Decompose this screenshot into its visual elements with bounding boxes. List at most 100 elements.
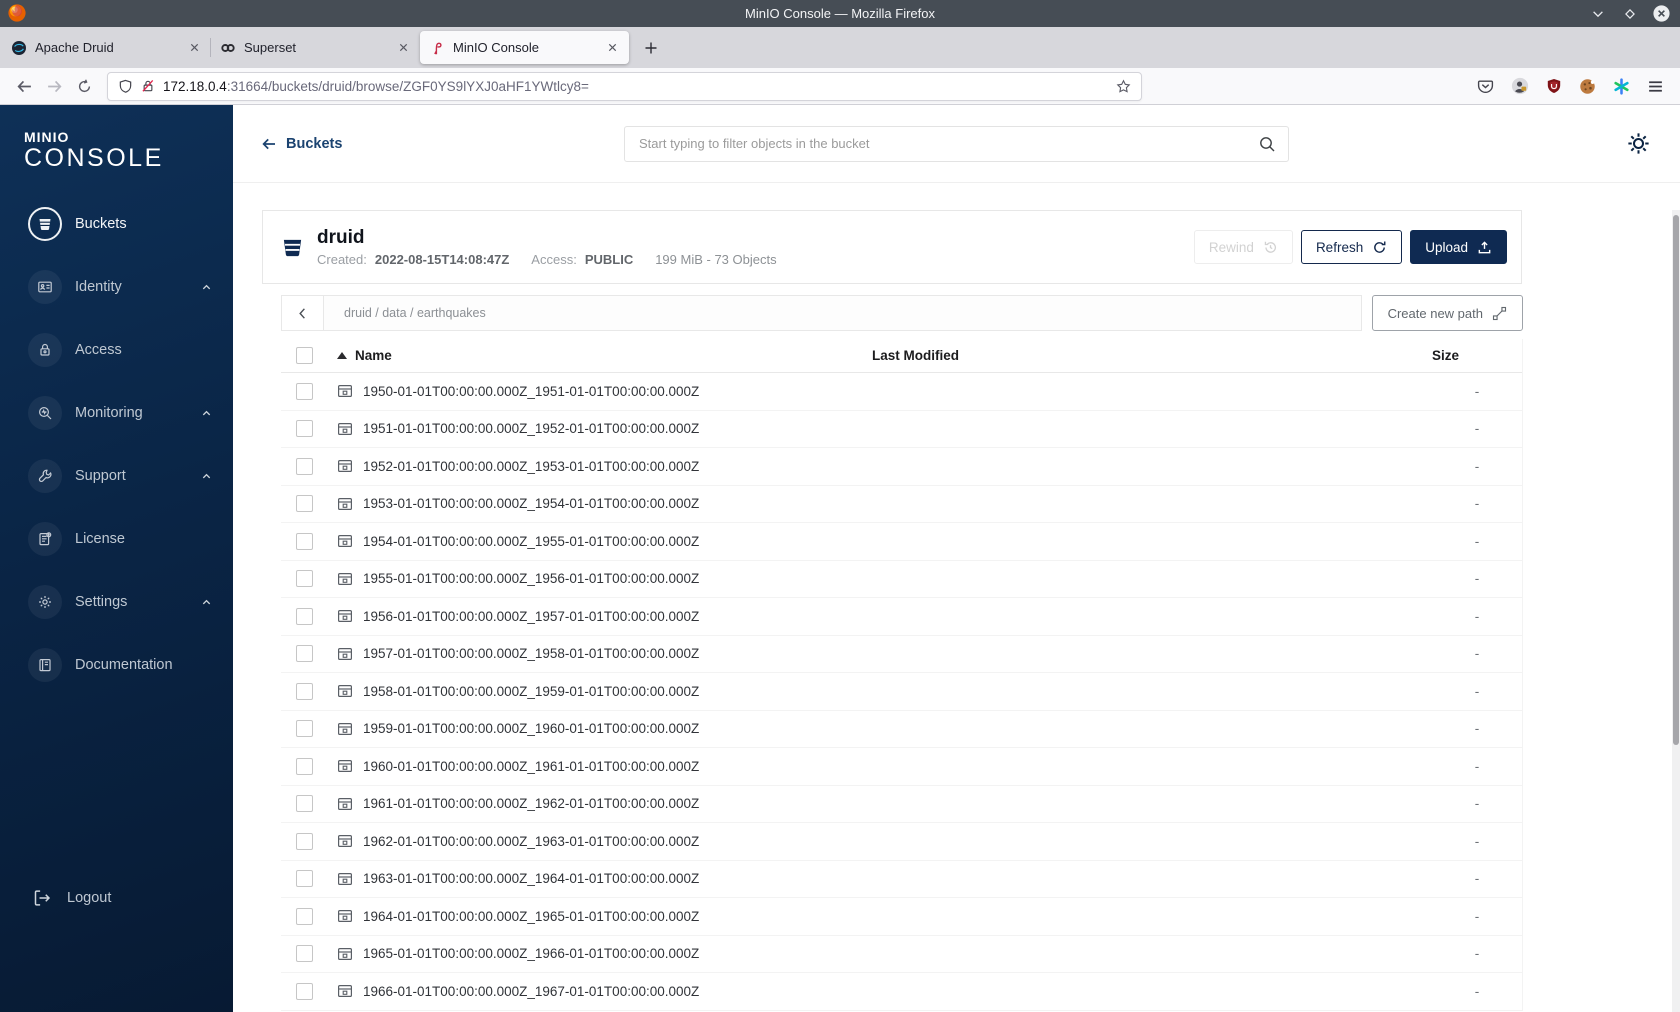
- sidebar-item-settings[interactable]: Settings: [0, 571, 233, 634]
- object-name[interactable]: 1963-01-01T00:00:00.000Z_1964-01-01T00:0…: [363, 871, 699, 886]
- forward-button[interactable]: [39, 72, 69, 100]
- path-back-button[interactable]: [282, 296, 324, 330]
- row-checkbox[interactable]: [296, 682, 313, 700]
- object-name[interactable]: 1965-01-01T00:00:00.000Z_1966-01-01T00:0…: [363, 946, 699, 961]
- maximize-button[interactable]: [1621, 5, 1638, 22]
- tab-apache-druid[interactable]: Apache Druid: [2, 31, 211, 64]
- object-name[interactable]: 1966-01-01T00:00:00.000Z_1967-01-01T00:0…: [363, 984, 699, 999]
- table-row[interactable]: 1950-01-01T00:00:00.000Z_1951-01-01T00:0…: [281, 373, 1522, 411]
- sidebar-item-monitoring[interactable]: Monitoring: [0, 382, 233, 445]
- row-checkbox[interactable]: [296, 457, 313, 475]
- column-name[interactable]: Name: [355, 348, 392, 363]
- sidebar-item-license[interactable]: License: [0, 508, 233, 571]
- asterisk-extension-icon[interactable]: [1612, 77, 1631, 96]
- row-checkbox[interactable]: [296, 832, 313, 850]
- object-name[interactable]: 1956-01-01T00:00:00.000Z_1957-01-01T00:0…: [363, 609, 699, 624]
- breadcrumb[interactable]: druid / data / earthquakes: [324, 296, 1361, 330]
- select-all-checkbox[interactable]: [296, 347, 313, 364]
- chevron-up-icon[interactable]: [201, 471, 212, 482]
- row-checkbox[interactable]: [296, 945, 313, 963]
- pocket-icon[interactable]: [1476, 77, 1495, 96]
- close-button[interactable]: [1653, 5, 1670, 22]
- row-checkbox[interactable]: [296, 532, 313, 550]
- object-name[interactable]: 1962-01-01T00:00:00.000Z_1963-01-01T00:0…: [363, 834, 699, 849]
- tab-close-icon[interactable]: [186, 40, 202, 56]
- table-row[interactable]: 1953-01-01T00:00:00.000Z_1954-01-01T00:0…: [281, 486, 1522, 523]
- object-name[interactable]: 1954-01-01T00:00:00.000Z_1955-01-01T00:0…: [363, 534, 699, 549]
- scrollbar-thumb[interactable]: [1673, 215, 1679, 745]
- reload-button[interactable]: [69, 72, 99, 100]
- tab-minio-console[interactable]: MinIO Console: [420, 31, 629, 64]
- table-row[interactable]: 1958-01-01T00:00:00.000Z_1959-01-01T00:0…: [281, 673, 1522, 711]
- row-checkbox[interactable]: [296, 645, 313, 663]
- object-name[interactable]: 1957-01-01T00:00:00.000Z_1958-01-01T00:0…: [363, 646, 699, 661]
- new-tab-button[interactable]: [638, 35, 664, 61]
- table-row[interactable]: 1966-01-01T00:00:00.000Z_1967-01-01T00:0…: [281, 973, 1522, 1011]
- object-name[interactable]: 1958-01-01T00:00:00.000Z_1959-01-01T00:0…: [363, 684, 699, 699]
- cookie-extension-icon[interactable]: [1578, 77, 1597, 96]
- chevron-up-icon[interactable]: [201, 408, 212, 419]
- bookmark-star-icon[interactable]: [1116, 79, 1131, 94]
- row-checkbox[interactable]: [296, 720, 313, 738]
- filter-search-input[interactable]: [624, 125, 1289, 162]
- sidebar-item-buckets[interactable]: Buckets: [0, 193, 233, 256]
- table-row[interactable]: 1955-01-01T00:00:00.000Z_1956-01-01T00:0…: [281, 561, 1522, 598]
- sort-ascending-icon[interactable]: [337, 352, 347, 359]
- row-checkbox[interactable]: [296, 382, 313, 400]
- sidebar-item-access[interactable]: Access: [0, 319, 233, 382]
- column-size[interactable]: Size: [1432, 348, 1522, 363]
- create-new-path-button[interactable]: Create new path: [1371, 295, 1523, 331]
- object-name[interactable]: 1959-01-01T00:00:00.000Z_1960-01-01T00:0…: [363, 721, 699, 736]
- minimize-button[interactable]: [1589, 5, 1606, 22]
- ublock-icon[interactable]: [1544, 77, 1563, 96]
- table-row[interactable]: 1965-01-01T00:00:00.000Z_1966-01-01T00:0…: [281, 936, 1522, 973]
- settings-gear-button[interactable]: [1624, 130, 1652, 158]
- object-name[interactable]: 1960-01-01T00:00:00.000Z_1961-01-01T00:0…: [363, 759, 699, 774]
- sidebar-item-documentation[interactable]: Documentation: [0, 634, 233, 697]
- table-row[interactable]: 1961-01-01T00:00:00.000Z_1962-01-01T00:0…: [281, 786, 1522, 823]
- tab-close-icon[interactable]: [395, 40, 411, 56]
- table-row[interactable]: 1956-01-01T00:00:00.000Z_1957-01-01T00:0…: [281, 598, 1522, 636]
- row-checkbox[interactable]: [296, 570, 313, 588]
- table-row[interactable]: 1954-01-01T00:00:00.000Z_1955-01-01T00:0…: [281, 523, 1522, 561]
- tab-close-icon[interactable]: [604, 40, 620, 56]
- object-name[interactable]: 1950-01-01T00:00:00.000Z_1951-01-01T00:0…: [363, 384, 699, 399]
- url-bar[interactable]: 172.18.0.4:31664/buckets/druid/browse/ZG…: [107, 71, 1142, 101]
- row-checkbox[interactable]: [296, 982, 313, 1000]
- object-name[interactable]: 1953-01-01T00:00:00.000Z_1954-01-01T00:0…: [363, 496, 699, 511]
- profile-extension-icon[interactable]: [1510, 77, 1529, 96]
- row-checkbox[interactable]: [296, 870, 313, 888]
- column-last-modified[interactable]: Last Modified: [872, 348, 1432, 363]
- object-name[interactable]: 1951-01-01T00:00:00.000Z_1952-01-01T00:0…: [363, 421, 699, 436]
- row-checkbox[interactable]: [296, 757, 313, 775]
- back-to-buckets-link[interactable]: Buckets: [261, 136, 342, 152]
- table-row[interactable]: 1959-01-01T00:00:00.000Z_1960-01-01T00:0…: [281, 711, 1522, 748]
- row-checkbox[interactable]: [296, 495, 313, 513]
- chevron-up-icon[interactable]: [201, 282, 212, 293]
- page-scrollbar[interactable]: [1672, 210, 1680, 1012]
- sidebar-item-support[interactable]: Support: [0, 445, 233, 508]
- table-row[interactable]: 1952-01-01T00:00:00.000Z_1953-01-01T00:0…: [281, 448, 1522, 486]
- table-row[interactable]: 1957-01-01T00:00:00.000Z_1958-01-01T00:0…: [281, 636, 1522, 673]
- rewind-button[interactable]: Rewind: [1193, 230, 1293, 264]
- object-name[interactable]: 1955-01-01T00:00:00.000Z_1956-01-01T00:0…: [363, 571, 699, 586]
- table-row[interactable]: 1964-01-01T00:00:00.000Z_1965-01-01T00:0…: [281, 898, 1522, 936]
- row-checkbox[interactable]: [296, 420, 313, 438]
- table-row[interactable]: 1960-01-01T00:00:00.000Z_1961-01-01T00:0…: [281, 748, 1522, 786]
- chevron-up-icon[interactable]: [201, 597, 212, 608]
- table-row[interactable]: 1963-01-01T00:00:00.000Z_1964-01-01T00:0…: [281, 861, 1522, 898]
- table-row[interactable]: 1962-01-01T00:00:00.000Z_1963-01-01T00:0…: [281, 823, 1522, 861]
- object-name[interactable]: 1964-01-01T00:00:00.000Z_1965-01-01T00:0…: [363, 909, 699, 924]
- object-name[interactable]: 1952-01-01T00:00:00.000Z_1953-01-01T00:0…: [363, 459, 699, 474]
- back-button[interactable]: [9, 72, 39, 100]
- tab-superset[interactable]: Superset: [210, 31, 420, 64]
- sidebar-item-logout[interactable]: Logout: [0, 876, 233, 920]
- refresh-button[interactable]: Refresh: [1300, 230, 1403, 264]
- table-row[interactable]: 1951-01-01T00:00:00.000Z_1952-01-01T00:0…: [281, 411, 1522, 448]
- menu-hamburger-icon[interactable]: [1646, 77, 1665, 96]
- row-checkbox[interactable]: [296, 607, 313, 625]
- tracking-shield-icon[interactable]: [118, 79, 133, 94]
- upload-button[interactable]: Upload: [1410, 230, 1507, 264]
- row-checkbox[interactable]: [296, 795, 313, 813]
- object-name[interactable]: 1961-01-01T00:00:00.000Z_1962-01-01T00:0…: [363, 796, 699, 811]
